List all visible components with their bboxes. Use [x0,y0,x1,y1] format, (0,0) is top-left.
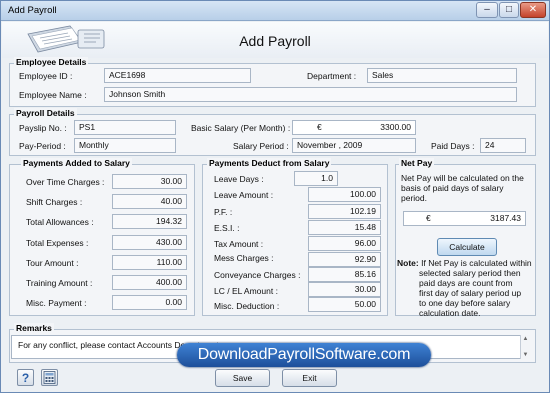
note-line: selected salary period then [419,268,521,278]
pf-field[interactable]: 102.19 [308,204,381,219]
net-pay-info-line: basis of paid days of salary [401,183,504,193]
employee-details-heading: Employee Details [14,57,89,67]
pay-period-field[interactable]: Monthly [74,138,176,153]
leave-amount-label: Leave Amount : [214,190,274,200]
employee-name-label: Employee Name : [19,90,87,100]
note-label: Note: [397,258,419,268]
calculator-button[interactable] [41,369,58,386]
salary-period-field[interactable]: November , 2009 [292,138,416,153]
currency-symbol: € [317,122,322,132]
payroll-details-heading: Payroll Details [14,108,77,118]
employee-id-label: Employee ID : [19,71,73,81]
net-pay-heading: Net Pay [399,158,435,168]
salary-period-label: Salary Period : [233,141,289,151]
shift-charges-label: Shift Charges : [26,197,83,207]
scroll-down-icon[interactable]: ▼ [521,351,530,359]
esi-label: E.S.I. : [214,223,240,233]
esi-field[interactable]: 15.48 [308,220,381,235]
window-title: Add Payroll [8,5,57,16]
currency-symbol: € [426,213,431,223]
tax-amount-label: Tax Amount : [214,239,264,249]
payslip-field[interactable]: PS1 [74,120,176,135]
tour-amount-label: Tour Amount : [26,258,79,268]
payments-deduct-heading: Payments Deduct from Salary [207,158,332,168]
leave-amount-field[interactable]: 100.00 [308,187,381,202]
payslip-label: Payslip No. : [19,123,67,133]
exit-button[interactable]: Exit [282,369,337,387]
basic-salary-field[interactable]: € 3300.00 [292,120,416,135]
svg-text:?: ? [22,371,29,385]
total-allowances-field[interactable]: 194.32 [112,214,187,229]
note-line: paid days are count from [419,278,513,288]
leave-days-label: Leave Days : [214,174,264,184]
total-allowances-label: Total Allowances : [26,217,94,227]
note-line: calculation date. [419,308,481,318]
training-amount-label: Training Amount : [26,278,93,288]
misc-deduction-field[interactable]: 50.00 [308,297,381,312]
header-banner: Add Payroll [2,22,548,58]
maximize-button[interactable]: □ [499,2,519,18]
calculator-icon [43,371,56,384]
pf-label: P.F. : [214,207,233,217]
over-time-label: Over Time Charges : [26,177,105,187]
department-label: Department : [307,71,357,81]
note-line: If Net Pay is calculated within [421,258,532,268]
net-pay-info-line: Net Pay will be calculated on the [401,173,524,183]
total-expenses-label: Total Expenses : [26,238,89,248]
net-pay-info: Net Pay will be calculated on the basis … [401,173,533,203]
total-expenses-field[interactable]: 430.00 [112,235,187,250]
net-pay-value: 3187.43 [490,213,521,223]
scroll-up-icon[interactable]: ▲ [521,335,530,343]
shift-charges-field[interactable]: 40.00 [112,194,187,209]
remarks-scrollbar[interactable]: ▲ ▼ [520,335,530,359]
basic-salary-value: 3300.00 [380,122,411,132]
save-button[interactable]: Save [215,369,270,387]
lc-el-amount-field[interactable]: 30.00 [308,282,381,297]
note-line: first day of salary period up [419,288,522,298]
training-amount-field[interactable]: 400.00 [112,275,187,290]
title-bar: Add Payroll – □ ✕ [1,1,549,21]
basic-salary-label: Basic Salary (Per Month) : [191,123,291,133]
net-pay-info-line: period. [401,193,427,203]
add-payroll-window: Add Payroll – □ ✕ Add Payroll Employee D… [0,0,550,393]
pay-period-label: Pay-Period : [19,141,66,151]
net-pay-field[interactable]: € 3187.43 [403,211,526,226]
help-icon: ? [22,371,29,385]
tax-amount-field[interactable]: 96.00 [308,236,381,251]
page-title: Add Payroll [239,33,311,49]
misc-payment-field[interactable]: 0.00 [112,295,187,310]
conveyance-charges-label: Conveyance Charges : [214,270,301,280]
help-button[interactable]: ? [17,369,34,386]
misc-payment-label: Misc. Payment : [26,298,87,308]
misc-deduction-label: Misc. Deduction : [214,301,280,311]
lc-el-amount-label: LC / EL Amount : [214,286,278,296]
conveyance-charges-field[interactable]: 85.16 [308,267,381,282]
department-field[interactable]: Sales [367,68,517,83]
over-time-field[interactable]: 30.00 [112,174,187,189]
mess-charges-label: Mess Charges : [214,253,274,263]
remarks-heading: Remarks [14,323,54,333]
close-button[interactable]: ✕ [520,2,546,18]
paid-days-label: Paid Days : [431,141,475,151]
employee-name-field[interactable]: Johnson Smith [104,87,517,102]
net-pay-note: Note: If Net Pay is calculated within se… [397,258,535,318]
calculate-button[interactable]: Calculate [437,238,497,256]
note-line: to one day before salary [419,298,511,308]
leave-days-field[interactable]: 1.0 [294,171,338,186]
minimize-button[interactable]: – [476,2,498,18]
payments-added-heading: Payments Added to Salary [21,158,132,168]
watermark-banner: DownloadPayrollSoftware.com [177,343,431,367]
mess-charges-field[interactable]: 92.90 [308,252,381,267]
employee-id-field[interactable]: ACE1698 [104,68,251,83]
paid-days-field[interactable]: 24 [480,138,526,153]
tour-amount-field[interactable]: 110.00 [112,255,187,270]
